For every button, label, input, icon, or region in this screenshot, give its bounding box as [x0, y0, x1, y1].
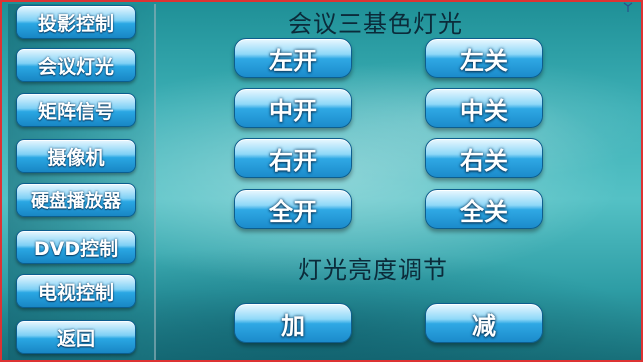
sidebar-item-dvd-control[interactable]: DVD控制: [16, 230, 136, 264]
sidebar-item-camera[interactable]: 摄像机: [16, 139, 136, 173]
left-off-button[interactable]: 左关: [425, 38, 543, 78]
brightness-up-button[interactable]: 加: [234, 303, 352, 343]
all-off-button[interactable]: 全关: [425, 189, 543, 229]
sidebar-item-projection[interactable]: 投影控制: [16, 5, 136, 39]
sidebar-item-matrix-signal[interactable]: 矩阵信号: [16, 93, 136, 127]
section-title: 会议三基色灯光: [288, 10, 463, 38]
left-on-button[interactable]: 左开: [234, 38, 352, 78]
sidebar-item-hdd-player[interactable]: 硬盘播放器: [16, 183, 136, 217]
sidebar-item-meeting-lights[interactable]: 会议灯光: [16, 48, 136, 82]
antenna-icon: [623, 2, 633, 15]
right-off-button[interactable]: 右关: [425, 138, 543, 178]
mid-on-button[interactable]: 中开: [234, 88, 352, 128]
sidebar-item-back[interactable]: 返回: [16, 320, 136, 354]
brightness-down-button[interactable]: 减: [425, 303, 543, 343]
all-on-button[interactable]: 全开: [234, 189, 352, 229]
brightness-title: 灯光亮度调节: [298, 256, 448, 284]
right-on-button[interactable]: 右开: [234, 138, 352, 178]
sidebar-item-tv-control[interactable]: 电视控制: [16, 274, 136, 308]
mid-off-button[interactable]: 中关: [425, 88, 543, 128]
